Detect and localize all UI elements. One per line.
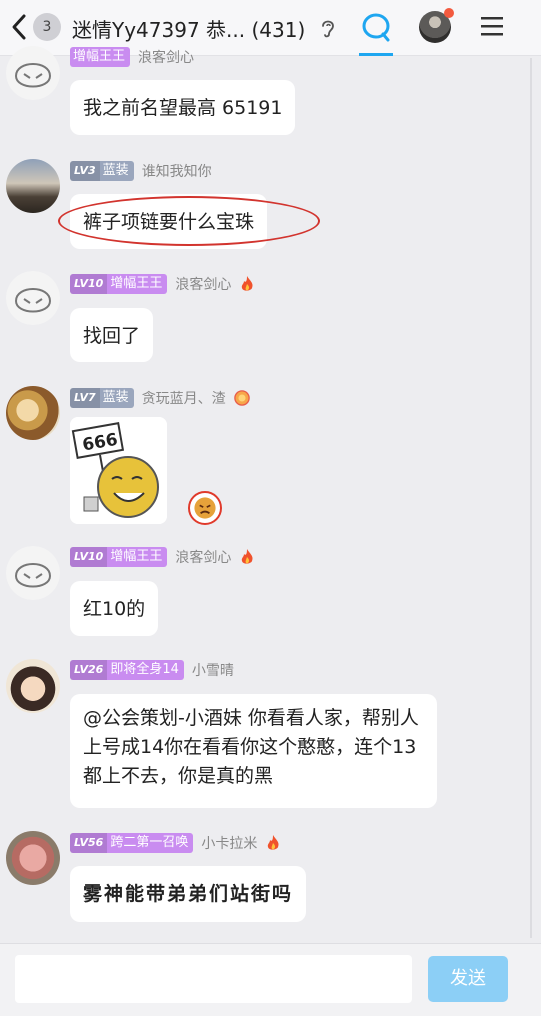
chevron-left-icon[interactable] <box>8 12 32 42</box>
notification-dot <box>444 8 454 18</box>
avatar[interactable] <box>6 159 60 213</box>
username[interactable]: 贪玩蓝月、渣 <box>142 388 226 408</box>
username[interactable]: 谁知我知你 <box>142 161 212 181</box>
unread-count-badge[interactable]: 3 <box>33 13 61 41</box>
username[interactable]: 浪客剑心 <box>138 47 194 67</box>
message-bubble: 我之前名望最高 65191 <box>70 80 296 135</box>
message-input[interactable] <box>15 955 412 1003</box>
medal-icon <box>233 390 250 406</box>
message-bubble: 找回了 <box>70 308 154 362</box>
avatar[interactable] <box>6 659 60 713</box>
avatar[interactable] <box>6 831 60 885</box>
chat-tab[interactable] <box>357 10 395 56</box>
scrollbar[interactable] <box>530 58 532 938</box>
message-bubble: 雾神能带弟弟们站街吗 <box>70 866 307 922</box>
menu-icon[interactable] <box>481 16 503 36</box>
message-meta: LV10 增幅王王 浪客剑心 <box>70 546 255 568</box>
message-meta: LV3 蓝装 谁知我知你 <box>70 160 212 182</box>
send-button[interactable]: 发送 <box>428 956 508 1002</box>
level-badge: LV26 即将全身14 <box>70 660 184 680</box>
avatar[interactable] <box>6 546 60 600</box>
level-badge: LV10 增幅王王 <box>70 274 168 294</box>
active-tab-indicator <box>359 53 393 56</box>
ear-icon[interactable] <box>319 17 337 39</box>
username[interactable]: 小卡拉米 <box>201 833 257 853</box>
message-meta: 增幅王王 浪客剑心 <box>70 46 194 68</box>
level-badge: LV10 增幅王王 <box>70 547 168 567</box>
red-circle-annotation <box>58 196 320 246</box>
message-bubble: @公会策划-小酒妹 你看看人家，帮别人上号成14你在看看你这个憨憨，连个13都上… <box>70 694 437 808</box>
username[interactable]: 浪客剑心 <box>175 547 231 567</box>
username[interactable]: 小雪晴 <box>192 660 234 680</box>
message-meta: LV56 跨二第一召唤 小卡拉米 <box>70 832 281 854</box>
sticker-image[interactable]: 666 <box>70 417 167 524</box>
input-bar: 发送 <box>0 943 541 1016</box>
flame-icon <box>242 549 253 564</box>
level-badge: 增幅王王 <box>70 47 131 67</box>
avatar[interactable] <box>6 46 60 100</box>
level-badge: LV7 蓝装 <box>70 388 134 408</box>
flame-icon <box>242 276 253 291</box>
level-badge: LV56 跨二第一召唤 <box>70 833 194 853</box>
message-meta: LV7 蓝装 贪玩蓝月、渣 <box>70 387 250 409</box>
flame-icon <box>268 835 279 850</box>
level-badge: LV3 蓝装 <box>70 161 134 181</box>
message-bubble: 红10的 <box>70 581 159 636</box>
avatar[interactable] <box>6 386 60 440</box>
sticker-666: 666 <box>70 417 167 524</box>
chat-bubble-icon <box>362 13 390 42</box>
message-meta: LV26 即将全身14 小雪晴 <box>70 659 234 681</box>
username[interactable]: 浪客剑心 <box>175 274 231 294</box>
chat-title: 迷情Yy47397 恭... (431) <box>72 18 306 42</box>
angry-emoji-icon[interactable] <box>188 491 222 525</box>
message-meta: LV10 增幅王王 浪客剑心 <box>70 273 255 295</box>
avatar[interactable] <box>6 271 60 325</box>
